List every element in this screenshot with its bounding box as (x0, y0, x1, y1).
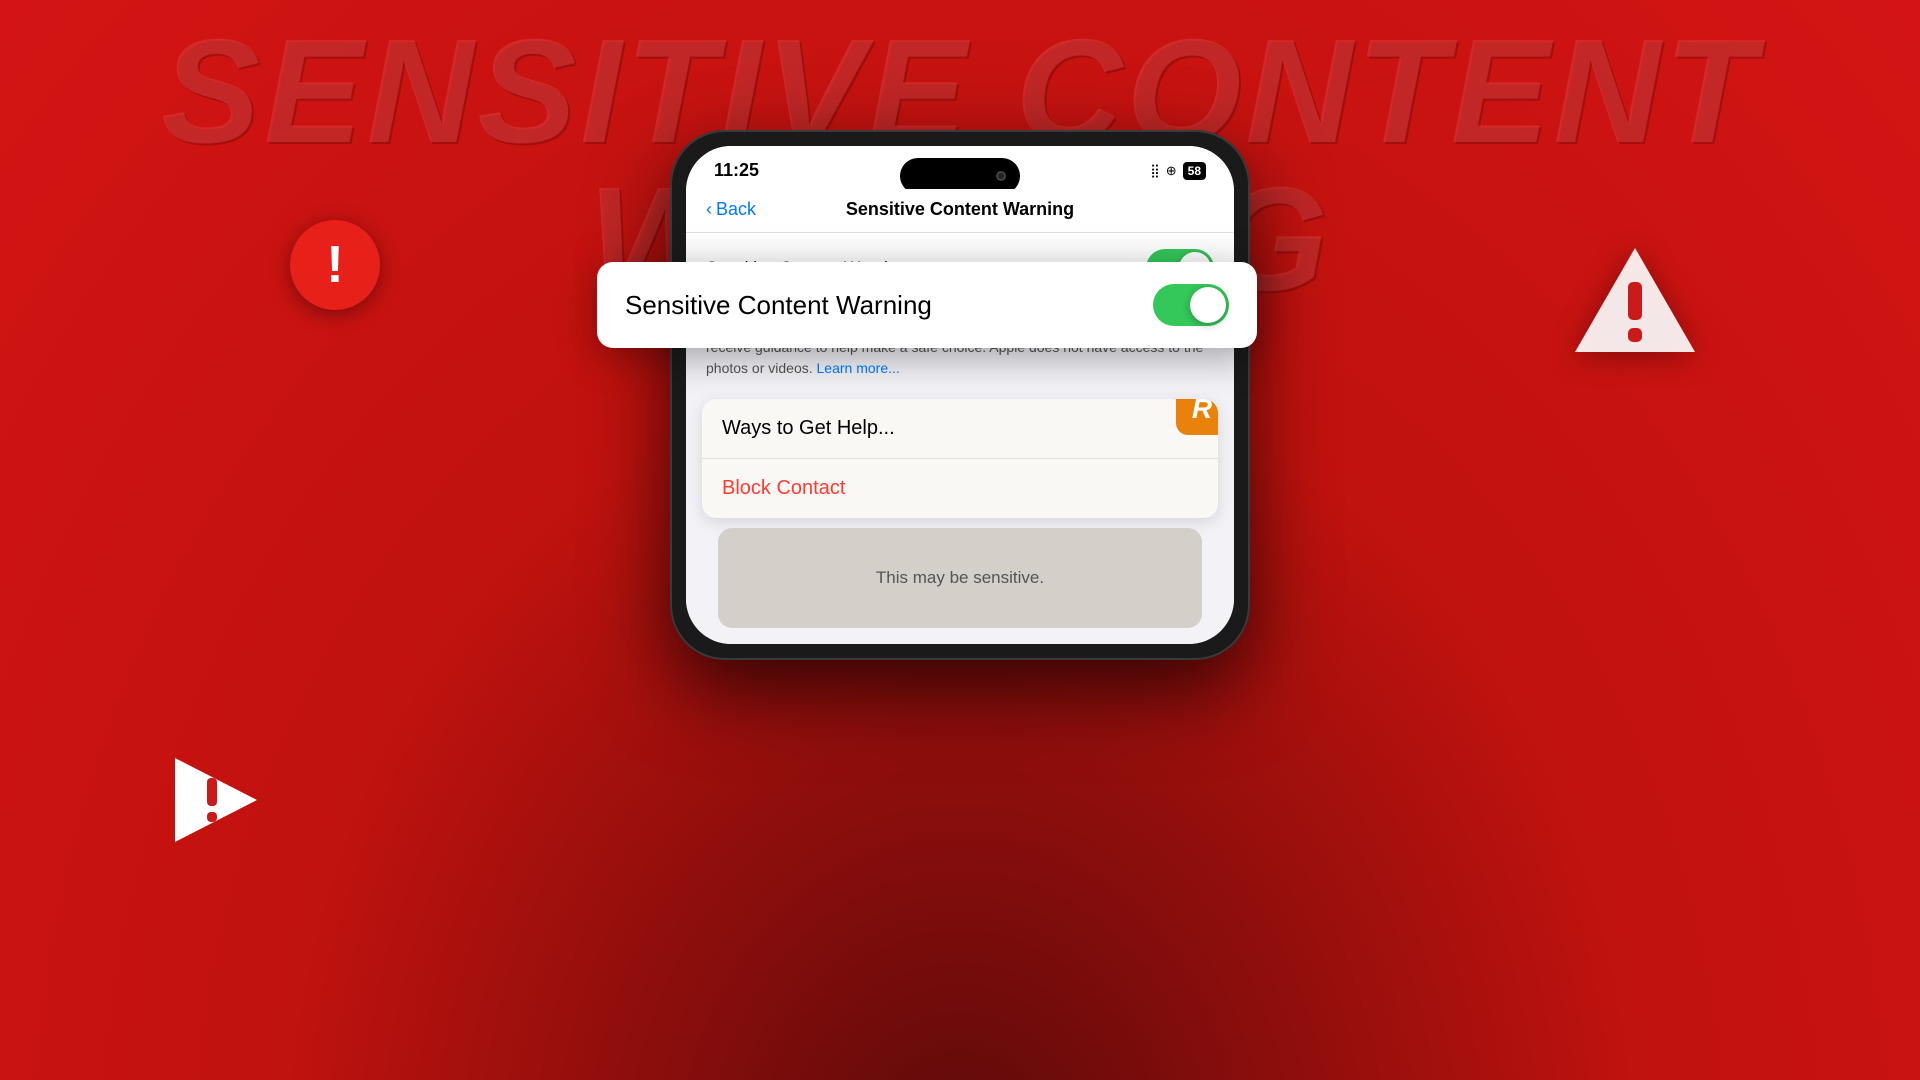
signal-icon: ⣿ (1150, 163, 1160, 179)
sensitive-text: This may be sensitive. (876, 568, 1044, 587)
popup-menu: R Ways to Get Help... Block Contact (702, 399, 1218, 518)
back-button[interactable]: ‹ Back (706, 199, 756, 220)
popup-area: R Ways to Get Help... Block Contact This… (686, 399, 1234, 644)
block-contact-item[interactable]: Block Contact (702, 459, 1218, 518)
nav-bar: ‹ Back Sensitive Content Warning (686, 189, 1234, 233)
app-icon-letter: R (1192, 399, 1212, 425)
status-time: 11:25 (714, 160, 759, 181)
battery-icon: 58 (1183, 162, 1206, 180)
floating-scw-card: Sensitive Content Warning (597, 262, 1257, 348)
status-bar: 11:25 ⣿ ⊕ 58 (686, 146, 1234, 189)
floating-scw-label: Sensitive Content Warning (625, 290, 932, 321)
learn-more-link[interactable]: Learn more... (817, 360, 900, 376)
sensitive-content-area: This may be sensitive. (718, 528, 1202, 628)
chevron-left-icon: ‹ (706, 199, 712, 220)
status-icons: ⣿ ⊕ 58 (1150, 162, 1206, 180)
floating-toggle-knob (1190, 287, 1226, 323)
warning-circle-icon: ! (290, 220, 380, 310)
floating-toggle[interactable] (1153, 284, 1229, 326)
phone-frame: 11:25 ⣿ ⊕ 58 ‹ Back Sensitive Content Wa… (670, 130, 1250, 660)
play-warning-icon (165, 750, 265, 850)
exclamation-mark: ! (326, 239, 343, 291)
back-label: Back (716, 199, 756, 220)
nav-title: Sensitive Content Warning (846, 199, 1074, 220)
ways-to-help-item[interactable]: Ways to Get Help... (702, 399, 1218, 459)
triangle-warning-icon (1570, 240, 1700, 360)
wifi-icon: ⊕ (1166, 163, 1177, 179)
phone-mockup: 11:25 ⣿ ⊕ 58 ‹ Back Sensitive Content Wa… (670, 130, 1250, 660)
phone-screen: 11:25 ⣿ ⊕ 58 ‹ Back Sensitive Content Wa… (686, 146, 1234, 644)
app-icon-badge: R (1176, 399, 1218, 435)
